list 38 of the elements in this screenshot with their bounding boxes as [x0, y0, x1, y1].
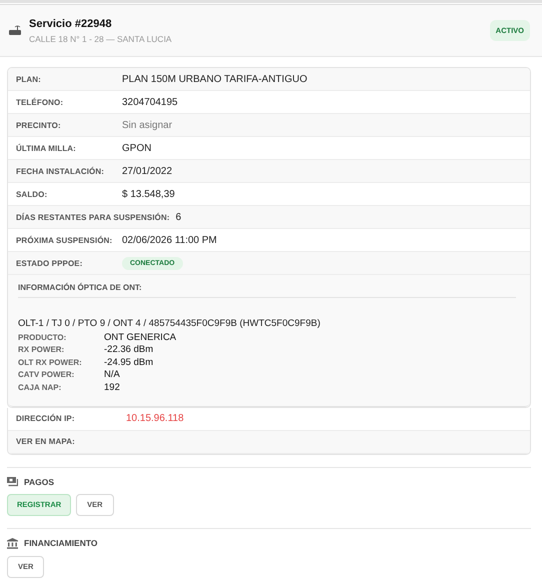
- field-value: 6: [176, 212, 182, 222]
- field-value: ONT GENERICA: [104, 332, 176, 343]
- field-value: PLAN 150M URBANO TARIFA-ANTIGUO: [122, 74, 308, 84]
- field-label: VER EN MAPA:: [16, 437, 76, 446]
- field-value: -24.95 dBm: [104, 356, 154, 368]
- field-value: N/A: [104, 369, 120, 380]
- field-label: PRECINTO:: [16, 120, 62, 130]
- service-address: CALLE 18 N° 1 - 28 — SANTA LUCIA: [29, 34, 173, 44]
- field-label: ESTADO PPPOE:: [16, 258, 84, 268]
- field-value: 02/06/2026 11:00 PM: [122, 234, 217, 246]
- field-label: CAJA NAP:: [18, 382, 62, 392]
- field-label: SALDO:: [16, 190, 48, 198]
- field-label: FECHA INSTALACIÓN:: [16, 166, 106, 176]
- field-label: PRODUCTO:: [18, 332, 68, 342]
- section-title: PAGOS: [24, 476, 54, 486]
- money-icon: [7, 476, 18, 486]
- field-label: CATV POWER:: [18, 370, 76, 380]
- field-value: GPON: [122, 142, 152, 154]
- field-label: PLAN:: [16, 74, 42, 84]
- router-icon: [9, 25, 21, 36]
- ont-path: OLT-1 / TJ 0 / PTO 9 / ONT 4 / 485754435F0C9F9B (HWTC5F0C9F9B): [18, 318, 322, 329]
- field-label: RX POWER:: [18, 345, 66, 354]
- service-title: Servicio #22948: [29, 18, 113, 30]
- field-label: PRÓXIMA SUSPENSIÓN:: [16, 236, 114, 244]
- ont-title: INFORMACIÓN ÓPTICA DE ONT:: [18, 283, 516, 298]
- field-value: -22.36 dBm: [104, 344, 154, 356]
- field-label: DIRECCIÓN IP:: [16, 414, 76, 423]
- field-label: DÍAS RESTANTES PARA SUSPENSIÓN:: [16, 212, 170, 222]
- field-label: ÚLTIMA MILLA:: [16, 144, 77, 152]
- field-value: 27/01/2022: [122, 166, 172, 176]
- field-value: 3204704195: [122, 96, 178, 108]
- ip-address: 10.15.96.118: [125, 413, 184, 424]
- field-label: OLT RX POWER:: [18, 358, 83, 367]
- bank-icon: [7, 538, 18, 548]
- field-label: TELÉFONO:: [16, 98, 64, 106]
- section-title: FINANCIAMIENTO: [24, 538, 98, 548]
- field-value: $ 13.548,39: [122, 188, 175, 200]
- field-value: 192: [104, 382, 120, 393]
